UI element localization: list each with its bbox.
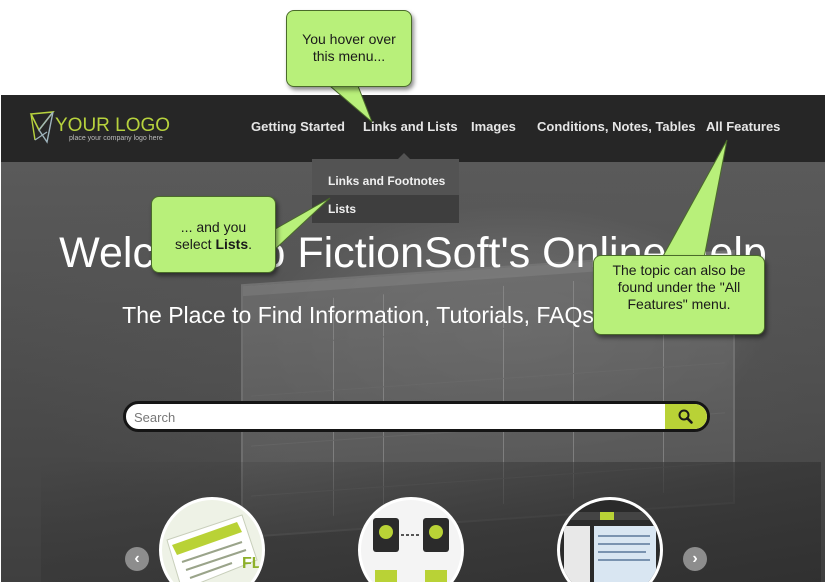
- logo-icon: [29, 111, 55, 144]
- callout-hover-menu: You hover over this menu...: [286, 10, 412, 87]
- carousel-prev-button[interactable]: ‹: [125, 547, 149, 571]
- callout-features-line3: Features" menu.: [627, 296, 731, 312]
- callout-features-line1: The topic can also be: [612, 262, 746, 278]
- thumbnail-1-text: FL: [242, 555, 262, 572]
- search-button[interactable]: [665, 404, 707, 429]
- chevron-left-icon: ‹: [134, 550, 140, 567]
- nav-conditions-notes-tables[interactable]: Conditions, Notes, Tables: [537, 119, 696, 134]
- callout-select-lists: ... and you select Lists.: [151, 196, 276, 273]
- nav-images[interactable]: Images: [471, 119, 516, 134]
- callout-select-line1: ... and you: [180, 219, 247, 235]
- logo[interactable]: YOUR LOGO place your company logo here: [29, 110, 189, 146]
- search-input[interactable]: [126, 404, 676, 429]
- nav-all-features[interactable]: All Features: [706, 119, 780, 134]
- search-bar: [123, 401, 710, 432]
- nav-links-and-lists[interactable]: Links and Lists: [363, 119, 458, 134]
- dropdown-menu: Links and Footnotes Lists: [312, 159, 459, 223]
- thumbnail-image-1: FL: [162, 500, 262, 582]
- thumbnail-image-3: [560, 500, 660, 582]
- carousel-next-button[interactable]: ›: [683, 547, 707, 571]
- chevron-right-icon: ›: [692, 550, 698, 567]
- top-navbar: YOUR LOGO place your company logo here G…: [1, 95, 825, 162]
- callout-all-features: The topic can also be found under the "A…: [593, 255, 765, 335]
- logo-tagline: place your company logo here: [69, 135, 163, 142]
- callout-hover-line2: this menu...: [312, 48, 386, 64]
- search-icon: [678, 409, 693, 424]
- logo-text: YOUR LOGO: [55, 115, 171, 136]
- thumbnail-image-2: [361, 500, 461, 582]
- links-and-lists-dropdown: Links and Footnotes Lists: [312, 153, 459, 225]
- callout-hover-line1: You hover over: [302, 31, 396, 47]
- callout-features-line2: found under the "All: [617, 279, 741, 295]
- callout-select-line2: select Lists.: [174, 236, 253, 252]
- nav-getting-started[interactable]: Getting Started: [251, 119, 345, 134]
- help-site: YOUR LOGO place your company logo here G…: [1, 95, 825, 582]
- dropdown-item-links-and-footnotes[interactable]: Links and Footnotes: [312, 167, 459, 195]
- dropdown-item-lists[interactable]: Lists: [312, 195, 459, 223]
